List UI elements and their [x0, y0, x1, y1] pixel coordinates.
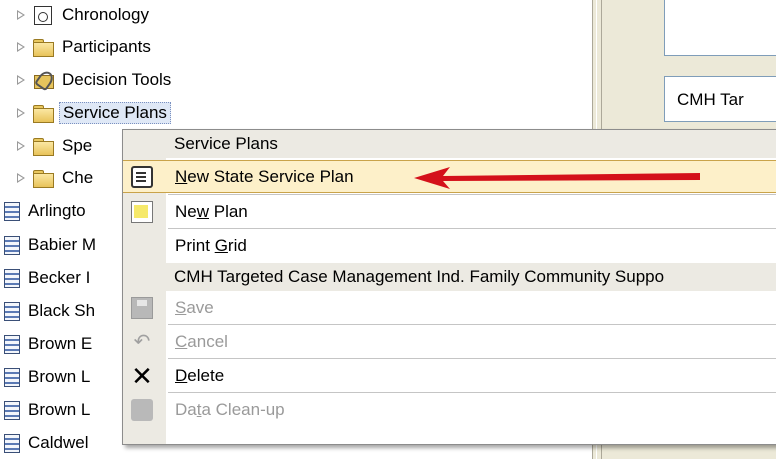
expand-arrow-icon[interactable]	[16, 172, 26, 184]
tree-leaf-label: Brown E	[28, 334, 93, 353]
tree-item-participants[interactable]: Participants	[0, 30, 151, 64]
menu-section-header-service-plans: Service Plans	[123, 130, 776, 158]
menu-item-label: New State Service Plan	[175, 166, 354, 186]
document-icon	[4, 235, 20, 255]
document-icon	[4, 367, 20, 387]
tree-leaf-label: Brown L	[28, 400, 91, 419]
document-icon	[4, 400, 20, 420]
tree-item-label: Service Plans	[59, 102, 171, 124]
menu-item-label: Data Clean-up	[175, 399, 285, 419]
tree-item-chronology[interactable]: Chronology	[0, 0, 149, 32]
tree-item-label: Chronology	[62, 5, 149, 24]
tree-item-label: Participants	[62, 37, 151, 56]
tree-item-service-plans[interactable]: Service Plans	[0, 96, 171, 130]
expand-arrow-icon[interactable]	[16, 107, 26, 119]
tree-leaf-label: Becker I	[28, 268, 91, 287]
menu-item-print-grid[interactable]: Print Grid	[123, 229, 776, 262]
menu-section-header-cmh: CMH Targeted Case Management Ind. Family…	[123, 263, 776, 291]
menu-item-cancel[interactable]: ↶ Cancel	[123, 325, 776, 358]
menu-item-label: Cancel	[175, 331, 228, 351]
delete-icon: ✕	[131, 360, 153, 391]
tree-leaf-item[interactable]: Black Sh	[0, 294, 95, 328]
expand-arrow-icon[interactable]	[16, 41, 26, 53]
tree-leaf-item[interactable]: Brown E	[0, 327, 92, 361]
chronology-icon	[32, 5, 54, 25]
tree-item-che[interactable]: Che	[0, 161, 93, 195]
tree-leaf-label: Caldwel	[28, 433, 89, 452]
decision-tools-icon	[32, 68, 56, 92]
folder-open-icon	[32, 104, 54, 123]
menu-item-label: New Plan	[175, 201, 248, 221]
expand-arrow-icon[interactable]	[16, 9, 26, 21]
cleanup-icon	[131, 398, 153, 421]
tree-item-label: Che	[62, 168, 94, 187]
folder-icon	[32, 137, 54, 156]
tree-leaf-label: Brown L	[28, 367, 91, 386]
tree-leaf-item[interactable]: Babier M	[0, 228, 96, 262]
tree-item-spe[interactable]: Spe	[0, 129, 92, 163]
document-icon	[4, 268, 20, 288]
cancel-icon: ↶	[133, 330, 151, 353]
tree-leaf-item[interactable]: Brown L	[0, 360, 90, 394]
expand-arrow-icon[interactable]	[16, 74, 26, 86]
new-plan-icon	[131, 200, 153, 223]
menu-item-label: Print Grid	[175, 235, 247, 255]
tree-leaf-item[interactable]: Caldwel	[0, 426, 88, 459]
document-icon	[4, 301, 20, 321]
menu-item-save[interactable]: Save	[123, 291, 776, 324]
tree-leaf-item[interactable]: Arlingto	[0, 194, 86, 228]
menu-item-data-cleanup[interactable]: Data Clean-up	[123, 393, 776, 426]
menu-item-label-rest: ew State Service Plan	[187, 166, 354, 186]
menu-item-delete[interactable]: ✕ Delete	[123, 359, 776, 392]
document-icon	[4, 201, 20, 221]
plan-title-field[interactable]: CMH Tar	[664, 76, 776, 122]
menu-item-label: Save	[175, 297, 214, 317]
document-icon	[4, 334, 20, 354]
detail-box	[664, 0, 776, 56]
tree-leaf-item[interactable]: Brown L	[0, 393, 90, 427]
tree-leaf-label: Arlingto	[28, 201, 86, 220]
new-state-plan-icon	[131, 165, 153, 188]
save-icon	[131, 296, 153, 319]
tree-item-label: Spe	[62, 136, 93, 155]
expand-arrow-icon[interactable]	[16, 140, 26, 152]
annotation-arrow-icon	[414, 167, 700, 189]
tree-leaf-label: Babier M	[28, 235, 97, 254]
tree-item-label: Decision Tools	[62, 70, 172, 89]
menu-item-label: Delete	[175, 365, 225, 385]
menu-item-new-plan[interactable]: New Plan	[123, 195, 776, 228]
tree-leaf-item[interactable]: Becker I	[0, 261, 90, 295]
tree-item-decision-tools[interactable]: Decision Tools	[0, 63, 171, 97]
folder-icon	[32, 169, 54, 188]
tree-leaf-label: Black Sh	[28, 301, 96, 320]
folder-icon	[32, 38, 54, 57]
document-icon	[4, 433, 20, 453]
